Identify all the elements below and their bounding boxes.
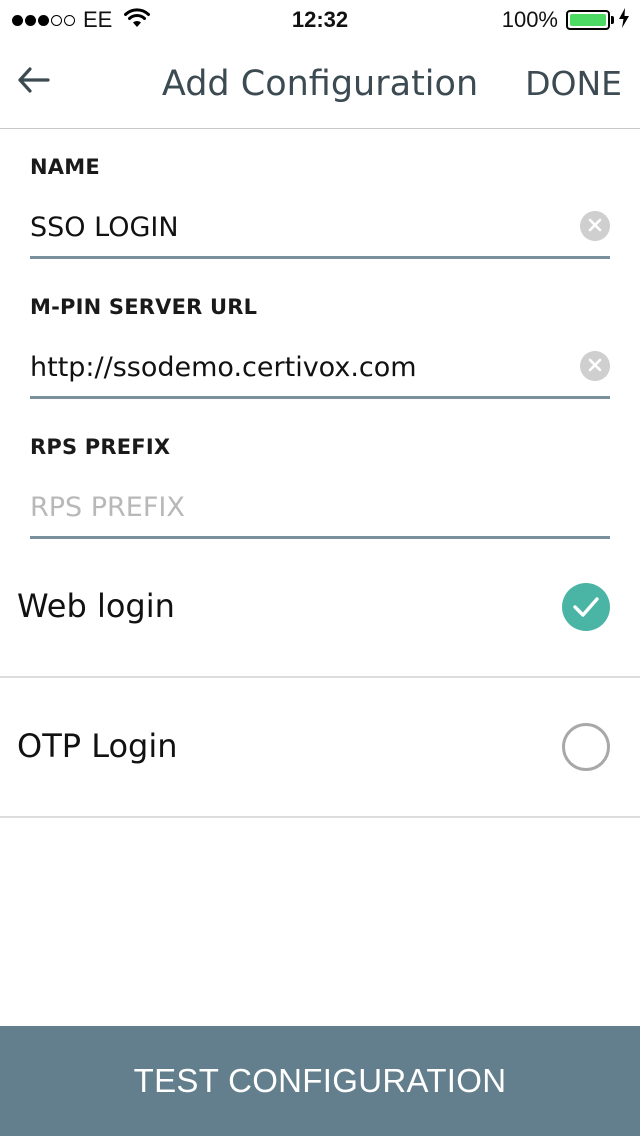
arrow-left-icon [18, 67, 50, 97]
battery-cap [611, 16, 614, 24]
rps-prefix-label: RPS PREFIX [30, 435, 171, 459]
status-right: 100% [502, 6, 630, 34]
clear-server-url-button[interactable] [580, 351, 610, 381]
test-configuration-label: TEST CONFIGURATION [133, 1062, 507, 1099]
name-field-group: NAME [30, 152, 610, 259]
option-label: Web login [17, 587, 175, 625]
clear-name-button[interactable] [580, 211, 610, 241]
test-configuration-button[interactable]: TEST CONFIGURATION [0, 1026, 640, 1136]
page-title: Add Configuration [161, 64, 479, 104]
back-button[interactable] [18, 62, 74, 102]
option-label: OTP Login [17, 727, 178, 765]
option-otp-login[interactable]: OTP Login [0, 676, 640, 818]
battery-level [570, 14, 606, 26]
navigation-bar: Add Configuration DONE [0, 40, 640, 129]
radio-unchecked-icon[interactable] [562, 723, 610, 771]
battery-icon [566, 10, 610, 30]
rps-prefix-input[interactable] [30, 490, 550, 526]
server-url-field-group: M-PIN SERVER URL [30, 292, 610, 399]
battery-percentage: 100% [501, 7, 558, 32]
name-label: NAME [30, 155, 100, 179]
rps-prefix-field-group: RPS PREFIX [30, 432, 610, 539]
bolt-icon [618, 8, 630, 32]
server-url-label: M-PIN SERVER URL [30, 295, 258, 319]
status-bar: EE 12:32 100% [0, 0, 640, 40]
radio-checked-icon[interactable] [562, 583, 610, 631]
done-button[interactable]: DONE [525, 62, 622, 106]
clear-icon [588, 357, 602, 376]
clear-icon [588, 217, 602, 236]
server-url-input[interactable] [30, 350, 550, 386]
rps-prefix-input-row [30, 484, 610, 539]
name-input-row [30, 204, 610, 259]
name-input[interactable] [30, 210, 550, 246]
option-web-login[interactable]: Web login [0, 536, 640, 678]
server-url-input-row [30, 344, 610, 399]
